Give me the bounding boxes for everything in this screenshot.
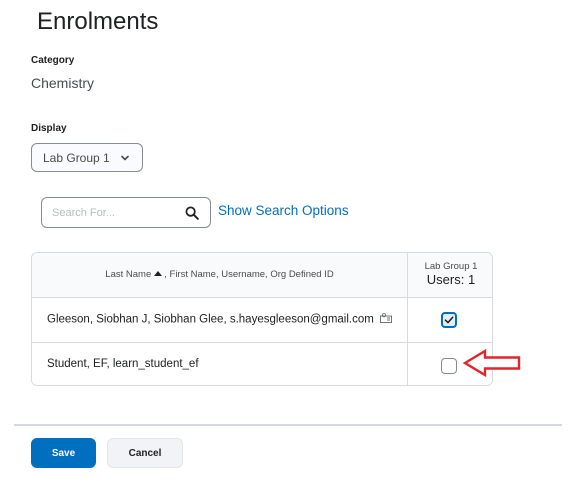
search-input[interactable]: [52, 204, 180, 221]
enrolment-grid: Last Name , First Name, Username, Org Def…: [31, 252, 493, 386]
user-name: Student, EF, learn_student_ef: [47, 358, 199, 370]
display-select[interactable]: Lab Group 1: [31, 143, 143, 172]
group-users-count: Users: 1: [426, 272, 476, 287]
display-label: Display: [31, 123, 67, 134]
checkmark-icon: [444, 316, 454, 324]
table-row: Gleeson, Siobhan J, Siobhan Glee, s.haye…: [32, 298, 492, 343]
group-title: Lab Group 1: [424, 261, 478, 272]
enrol-checkbox-row1[interactable]: [441, 312, 457, 328]
sort-last-name[interactable]: Last Name: [105, 269, 151, 280]
column-header-name[interactable]: Last Name , First Name, Username, Org Def…: [32, 269, 407, 280]
chevron-down-icon: [120, 152, 130, 166]
page-title: Enrolments: [37, 8, 159, 35]
table-row: Student, EF, learn_student_ef: [32, 343, 492, 385]
header-other-fields: , First Name, Username, Org Defined ID: [164, 269, 334, 280]
save-button[interactable]: Save: [31, 438, 96, 468]
red-arrow-annotation: [463, 349, 521, 378]
user-name-cell: Student, EF, learn_student_ef: [47, 358, 199, 370]
column-header-group: Lab Group 1 Users: 1: [408, 261, 492, 287]
category-value: Chemistry: [31, 75, 95, 91]
user-name: Gleeson, Siobhan J, Siobhan Glee, s.haye…: [47, 313, 374, 326]
user-name-cell: Gleeson, Siobhan J, Siobhan Glee, s.haye…: [47, 313, 392, 326]
sort-ascending-icon: [154, 271, 163, 277]
show-search-options-link[interactable]: Show Search Options: [218, 203, 349, 218]
search-box: [41, 197, 211, 228]
user-profile-icon: [379, 313, 392, 326]
category-label: Category: [31, 55, 75, 66]
footer-divider: [14, 424, 562, 426]
cancel-button[interactable]: Cancel: [107, 438, 183, 468]
grid-header: Last Name , First Name, Username, Org Def…: [32, 253, 492, 298]
enrol-checkbox-row2[interactable]: [441, 358, 457, 374]
display-selected-value: Lab Group 1: [43, 150, 110, 165]
search-icon[interactable]: [183, 204, 201, 222]
